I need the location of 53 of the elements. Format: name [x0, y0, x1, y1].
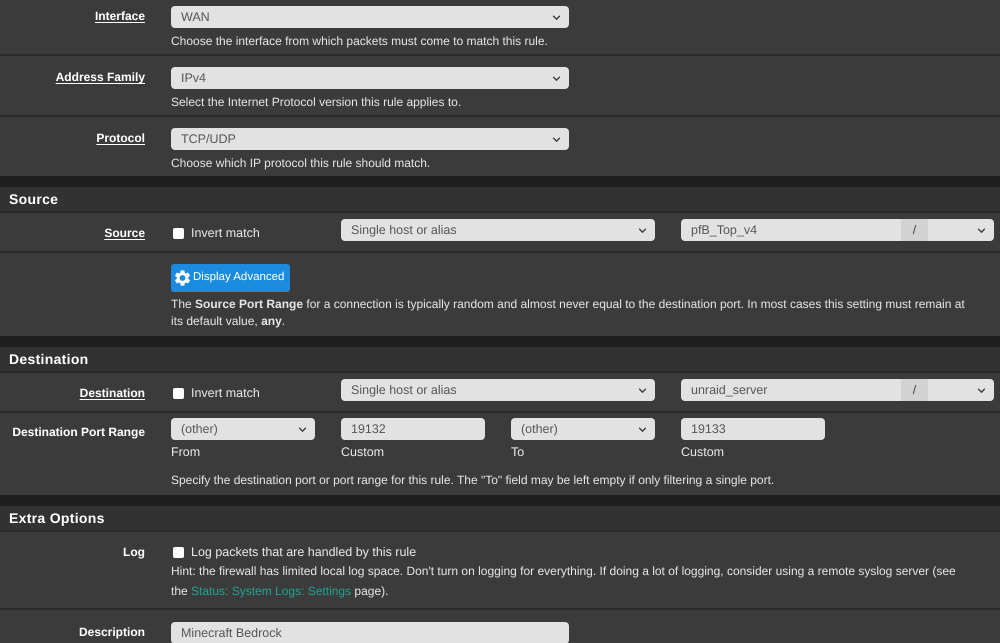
text-field[interactable]: 19132 [341, 418, 485, 440]
field-caption: To [511, 444, 526, 461]
help-text: Choose which IP protocol this rule should match. [171, 155, 432, 172]
checkbox[interactable] [173, 388, 184, 399]
text-field[interactable]: 19133 [681, 418, 825, 440]
input-addon: / [901, 379, 928, 401]
field-caption: Custom [681, 444, 726, 461]
field-label: Log [123, 545, 145, 559]
checkbox-label: Log packets that are handled by this rule [191, 544, 416, 561]
checkbox-label: Invert match [191, 386, 260, 401]
field-label-link[interactable]: Interface [94, 9, 145, 23]
field-label-link[interactable]: Address Family [56, 70, 145, 84]
help-text: Hint: the firewall has limited local log space. Don't turn on logging for everything. If doing a lot of logging, consider using a remote syslog server (see the Status: System Logs: Settings page). [171, 563, 957, 600]
field-label: Destination Port Range [12, 425, 145, 439]
input-addon: / [901, 219, 928, 241]
chevron-down-icon [977, 388, 986, 392]
checkbox[interactable] [173, 546, 184, 558]
help-text: Select the Internet Protocol version this rule applies to. [171, 94, 462, 111]
section-title: Destination [9, 350, 89, 368]
chevron-down-icon [977, 228, 986, 232]
display-advanced-button[interactable]: Display Advanced [171, 264, 290, 292]
field-label: Description [78, 625, 145, 639]
dropdown[interactable]: WAN [171, 6, 569, 28]
dropdown[interactable]: (other) [511, 418, 655, 440]
field-label-link[interactable]: Destination [80, 386, 145, 400]
help-text: Choose the interface from which packets must come to match this rule. [171, 33, 549, 50]
system-logs-link[interactable]: Status: System Logs: Settings [191, 584, 352, 598]
field-caption: From [171, 444, 202, 461]
chevron-down-icon [552, 14, 561, 20]
chevron-down-icon [638, 228, 647, 232]
dropdown[interactable]: Single host or alias [341, 219, 655, 241]
text-field[interactable]: Minecraft Bedrock [171, 622, 569, 643]
checkbox[interactable] [173, 228, 184, 239]
help-text: The Source Port Range for a connection is typically random and almost never equal to the destination port. In most cases this setting must remain at its default value, any. [171, 296, 966, 330]
field-label-link[interactable]: Protocol [96, 131, 145, 145]
gear-icon [175, 270, 190, 286]
dropdown[interactable]: (other) [171, 418, 315, 440]
dropdown[interactable]: IPv4 [171, 67, 569, 89]
section-title: Extra Options [9, 508, 105, 528]
dropdown[interactable]: Single host or alias [341, 379, 655, 401]
dropdown[interactable]: TCP/UDP [171, 128, 569, 150]
checkbox-label: Invert match [191, 226, 260, 241]
text-field[interactable]: unraid_server [681, 379, 901, 401]
chevron-down-icon [552, 76, 561, 80]
text-field[interactable]: pfB_Top_v4 [681, 219, 901, 241]
chevron-down-icon [638, 426, 647, 432]
chevron-down-icon [298, 426, 307, 432]
chevron-down-icon [552, 136, 561, 142]
field-label-link[interactable]: Source [104, 226, 145, 240]
chevron-down-icon [638, 388, 647, 392]
section-title: Source [9, 190, 58, 208]
help-text: Specify the destination port or port range for this rule. The "To" field may be left empty if only filtering a single port. [171, 472, 776, 489]
field-caption: Custom [341, 444, 386, 461]
